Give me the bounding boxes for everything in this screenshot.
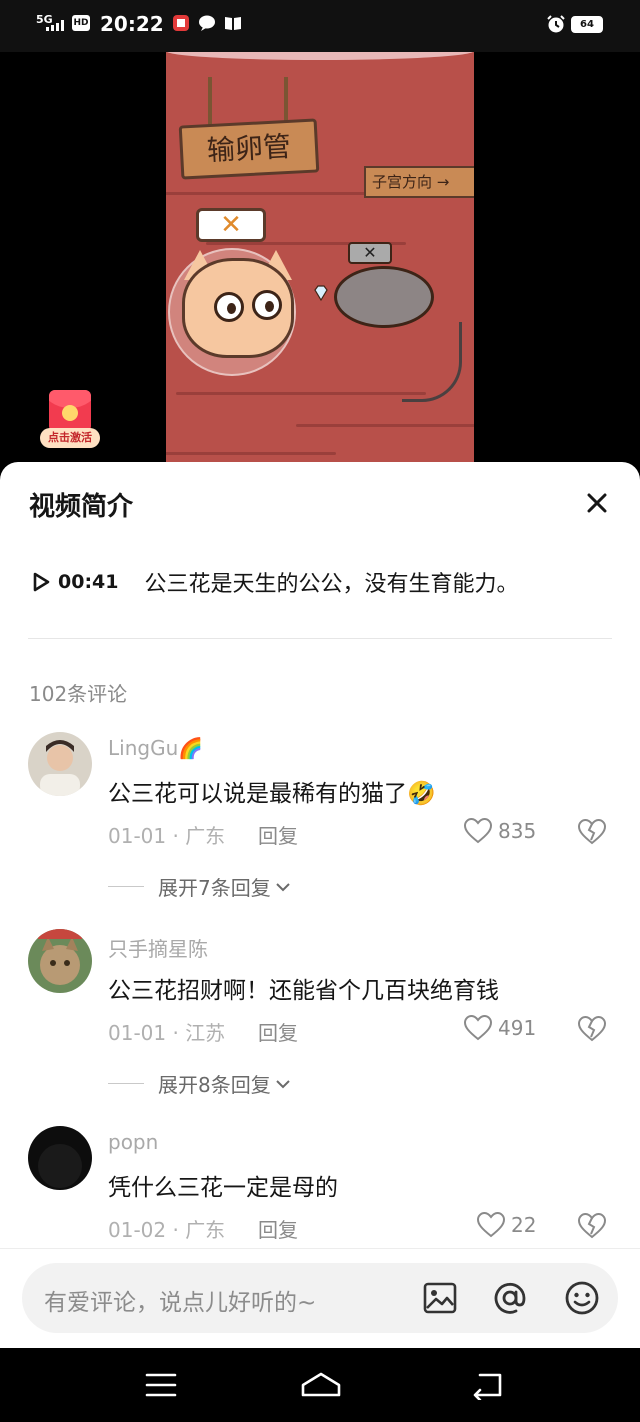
direction-sign: 子宫方向 → xyxy=(364,166,474,198)
tissue-stripe xyxy=(296,424,474,427)
avatar[interactable] xyxy=(28,1126,92,1190)
expand-replies-button[interactable]: 展开7条回复 xyxy=(108,872,291,901)
broken-heart-icon[interactable] xyxy=(577,1212,607,1240)
coin-icon xyxy=(62,405,78,421)
activate-label: 点击激活 xyxy=(40,428,100,448)
divider xyxy=(28,638,612,639)
comment-input[interactable]: 有爱评论，说点儿好听的~ xyxy=(22,1263,618,1333)
notification-icons xyxy=(172,14,242,32)
avatar[interactable] xyxy=(28,732,92,796)
like-count: 22 xyxy=(511,1213,537,1237)
broken-heart-icon[interactable] xyxy=(577,1015,607,1043)
play-icon[interactable] xyxy=(30,571,52,593)
expand-line xyxy=(108,1083,144,1084)
reply-button[interactable]: 回复 xyxy=(258,1214,298,1243)
comment-input-placeholder[interactable]: 有爱评论，说点儿好听的~ xyxy=(44,1283,316,1317)
menu-icon[interactable] xyxy=(143,1370,179,1400)
avatar[interactable] xyxy=(28,929,92,993)
book-icon xyxy=(224,14,242,32)
signal-icon xyxy=(46,20,64,31)
status-bar: 5G HD 20:22 64 xyxy=(0,0,640,52)
system-navigation-bar xyxy=(0,1348,640,1422)
sign-rope xyxy=(284,77,288,125)
broken-heart-icon[interactable] xyxy=(577,818,607,846)
description-text: 公三花是天生的公公，没有生育能力。 xyxy=(144,572,519,597)
reply-button[interactable]: 回复 xyxy=(258,820,298,849)
hd-badge: HD xyxy=(72,15,90,31)
chevron-down-icon xyxy=(276,882,290,891)
tissue-stripe xyxy=(166,452,336,455)
comment-text[interactable]: 公三花可以说是最稀有的猫了🤣 xyxy=(108,774,436,808)
comment-meta: 01-01 · 江苏 xyxy=(108,1021,226,1045)
expand-line xyxy=(108,886,144,887)
clock: 20:22 xyxy=(100,12,164,36)
chevron-down-icon xyxy=(276,1079,290,1088)
sheet-title: 视频简介 xyxy=(29,492,134,522)
video-frame[interactable]: 输卵管 子宫方向 → ✕ ✕ xyxy=(166,52,474,472)
video-intro-sheet: 视频简介 00:41 公三花是天生的公公，没有生育能力。 102条评论 Ling… xyxy=(0,462,640,1348)
chat-icon xyxy=(198,14,216,32)
comment-author[interactable]: 只手摘星陈 xyxy=(108,933,208,962)
comment-text[interactable]: 公三花招财啊！还能省个几百块绝育钱 xyxy=(108,971,499,1005)
diamond-ring-icon xyxy=(312,284,330,306)
video-player[interactable]: 输卵管 子宫方向 → ✕ ✕ 点击激活 xyxy=(0,52,640,472)
back-icon[interactable] xyxy=(470,1370,506,1402)
description-row[interactable]: 00:41 公三花是天生的公公，没有生育能力。 xyxy=(30,566,610,598)
cat-eye xyxy=(214,292,244,322)
heart-icon xyxy=(477,1212,505,1238)
comment-text[interactable]: 凭什么三花一定是母的 xyxy=(108,1168,338,1202)
heart-icon xyxy=(464,1015,492,1041)
app-notification-icon xyxy=(172,14,190,32)
home-icon[interactable] xyxy=(300,1370,342,1400)
heart-icon xyxy=(464,818,492,844)
comment-author[interactable]: LingGu🌈 xyxy=(108,736,203,760)
comment-count: 102条评论 xyxy=(29,682,128,706)
red-packet-button[interactable]: 点击激活 xyxy=(40,390,100,448)
comment-author[interactable]: popn xyxy=(108,1130,158,1154)
like-count: 835 xyxy=(498,819,537,843)
alarm-icon xyxy=(546,14,566,34)
image-icon[interactable] xyxy=(422,1280,458,1316)
battery-indicator: 64 xyxy=(571,16,603,33)
oviduct-sign: 输卵管 xyxy=(178,118,320,180)
like-button[interactable]: 22 xyxy=(477,1212,536,1238)
tissue-top-decoration xyxy=(166,52,474,60)
close-icon[interactable] xyxy=(582,488,612,518)
expand-replies-button[interactable]: 展开8条回复 xyxy=(108,1069,291,1098)
cat-eye xyxy=(252,290,282,320)
expand-replies-label: 展开7条回复 xyxy=(158,876,271,900)
like-button[interactable]: 835 xyxy=(464,818,536,844)
expand-replies-label: 展开8条回复 xyxy=(158,1073,271,1097)
comment-meta: 01-02 · 广东 xyxy=(108,1218,226,1242)
like-button[interactable]: 491 xyxy=(464,1015,536,1041)
tissue-stripe xyxy=(176,392,426,395)
grey-cat-sperm xyxy=(334,266,434,328)
emoji-icon[interactable] xyxy=(564,1280,600,1316)
reply-button[interactable]: 回复 xyxy=(258,1017,298,1046)
sign-rope xyxy=(208,77,212,125)
mention-icon[interactable] xyxy=(492,1280,528,1316)
small-cross-tag: ✕ xyxy=(348,242,392,264)
comment-meta: 01-01 · 广东 xyxy=(108,824,226,848)
comment-input-bar: 有爱评论，说点儿好听的~ xyxy=(0,1248,640,1348)
description-timestamp[interactable]: 00:41 xyxy=(58,571,118,593)
sperm-tail xyxy=(402,322,462,402)
like-count: 491 xyxy=(498,1016,537,1040)
cross-tag: ✕ xyxy=(196,208,266,242)
